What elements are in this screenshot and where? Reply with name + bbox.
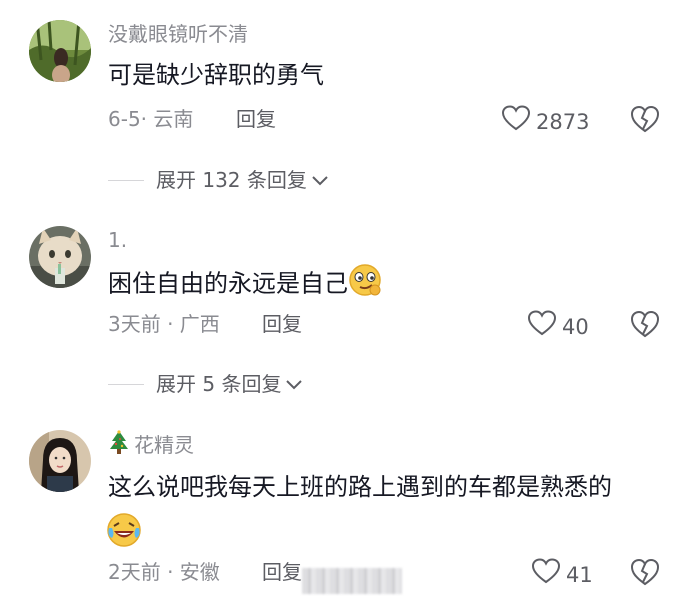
laughing-crying-emoji-icon: [106, 512, 142, 552]
comment-text: 可是缺少辞职的勇气: [108, 61, 324, 89]
avatar[interactable]: [29, 430, 91, 492]
chevron-down-icon: [285, 370, 303, 398]
comment-username[interactable]: 没戴眼镜听不清: [108, 20, 248, 48]
chevron-down-icon: [311, 166, 329, 194]
reply-button[interactable]: 回复: [236, 105, 276, 133]
dislike-button[interactable]: [630, 558, 660, 590]
like-button[interactable]: 40: [527, 310, 589, 343]
like-button[interactable]: 41: [531, 558, 593, 591]
divider: [108, 383, 144, 385]
avatar[interactable]: [29, 226, 91, 288]
heart-outline-icon: [531, 558, 561, 591]
comment-date-location: 3天前 · 广西: [108, 312, 220, 336]
dislike-button[interactable]: [630, 310, 660, 342]
avatar[interactable]: [29, 20, 91, 82]
comment-date-location: 6-5· 云南: [108, 107, 194, 131]
comment-username-text: 花精灵: [134, 433, 194, 457]
expand-replies-label: 展开 132 条回复: [156, 168, 307, 192]
heart-outline-icon: [501, 105, 531, 138]
watermark: [302, 568, 402, 594]
comment-text-content: 困住自由的永远是自己: [108, 269, 348, 298]
divider: [108, 179, 144, 181]
broken-heart-icon: [630, 310, 660, 342]
broken-heart-icon: [630, 558, 660, 590]
reply-button[interactable]: 回复: [262, 310, 302, 338]
broken-heart-icon: [630, 105, 660, 137]
expand-replies-button[interactable]: 展开 5 条回复: [108, 370, 303, 398]
christmas-tree-icon: [108, 430, 130, 463]
expand-replies-label: 展开 5 条回复: [156, 372, 282, 396]
heart-outline-icon: [527, 310, 557, 343]
comment-username[interactable]: 花精灵: [108, 430, 194, 463]
comment-username[interactable]: 1.: [108, 226, 127, 254]
reply-button[interactable]: 回复: [262, 558, 302, 586]
like-button[interactable]: 2873: [501, 105, 590, 138]
dislike-button[interactable]: [630, 105, 660, 137]
like-count: 40: [562, 314, 589, 339]
comment-text: 这么说吧我每天上班的路上遇到的车都是熟悉的: [108, 473, 612, 501]
expand-replies-button[interactable]: 展开 132 条回复: [108, 166, 329, 194]
comment-date-location: 2天前 · 安徽: [108, 560, 220, 584]
comment-text: 困住自由的永远是自己: [108, 263, 382, 306]
smirk-emoji-icon: [348, 263, 382, 306]
like-count: 2873: [536, 109, 590, 134]
like-count: 41: [566, 562, 593, 587]
